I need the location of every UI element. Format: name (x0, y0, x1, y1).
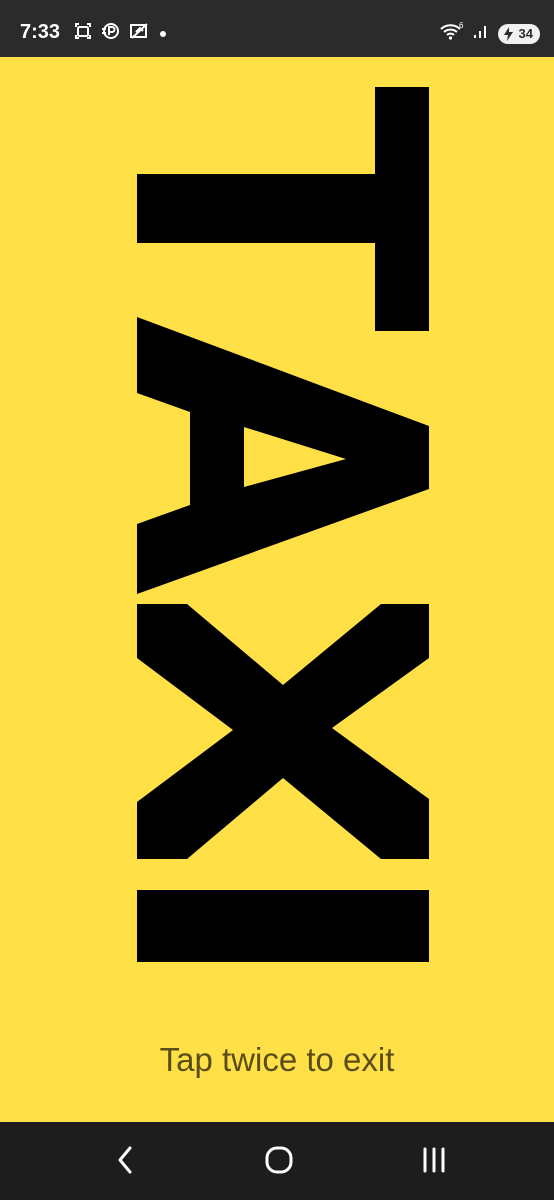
signal-icon (472, 22, 490, 45)
taxi-letter-i (137, 890, 429, 962)
exit-instruction: Tap twice to exit (159, 1041, 395, 1078)
navigation-bar (0, 1122, 554, 1200)
home-button[interactable] (250, 1140, 308, 1184)
parking-icon (101, 22, 119, 45)
taxi-letter-x (137, 604, 429, 859)
status-bar: 7:33 6 34 (0, 0, 554, 57)
recent-apps-button[interactable] (405, 1140, 463, 1184)
taxi-letter-t (137, 87, 429, 331)
status-right-icons: 6 34 (439, 21, 540, 46)
network-badge: 6 (459, 21, 464, 30)
battery-level: 34 (518, 25, 533, 41)
no-sync-icon (128, 22, 150, 45)
wifi-icon: 6 (439, 21, 464, 46)
notification-dot-icon (159, 25, 167, 43)
home-icon (262, 1143, 296, 1182)
taxi-sign (137, 87, 429, 962)
recent-apps-icon (417, 1143, 451, 1182)
back-button[interactable] (96, 1140, 154, 1184)
taxi-sign-screen[interactable]: 7:33 6 34 Tap twice to exit (0, 0, 554, 1200)
battery-charging-icon: 34 (498, 23, 540, 44)
back-icon (113, 1143, 137, 1182)
taxi-letter-a (137, 317, 429, 594)
status-left-icons (74, 22, 167, 45)
status-time: 7:33 (20, 21, 61, 43)
screenshot-icon (74, 22, 92, 45)
